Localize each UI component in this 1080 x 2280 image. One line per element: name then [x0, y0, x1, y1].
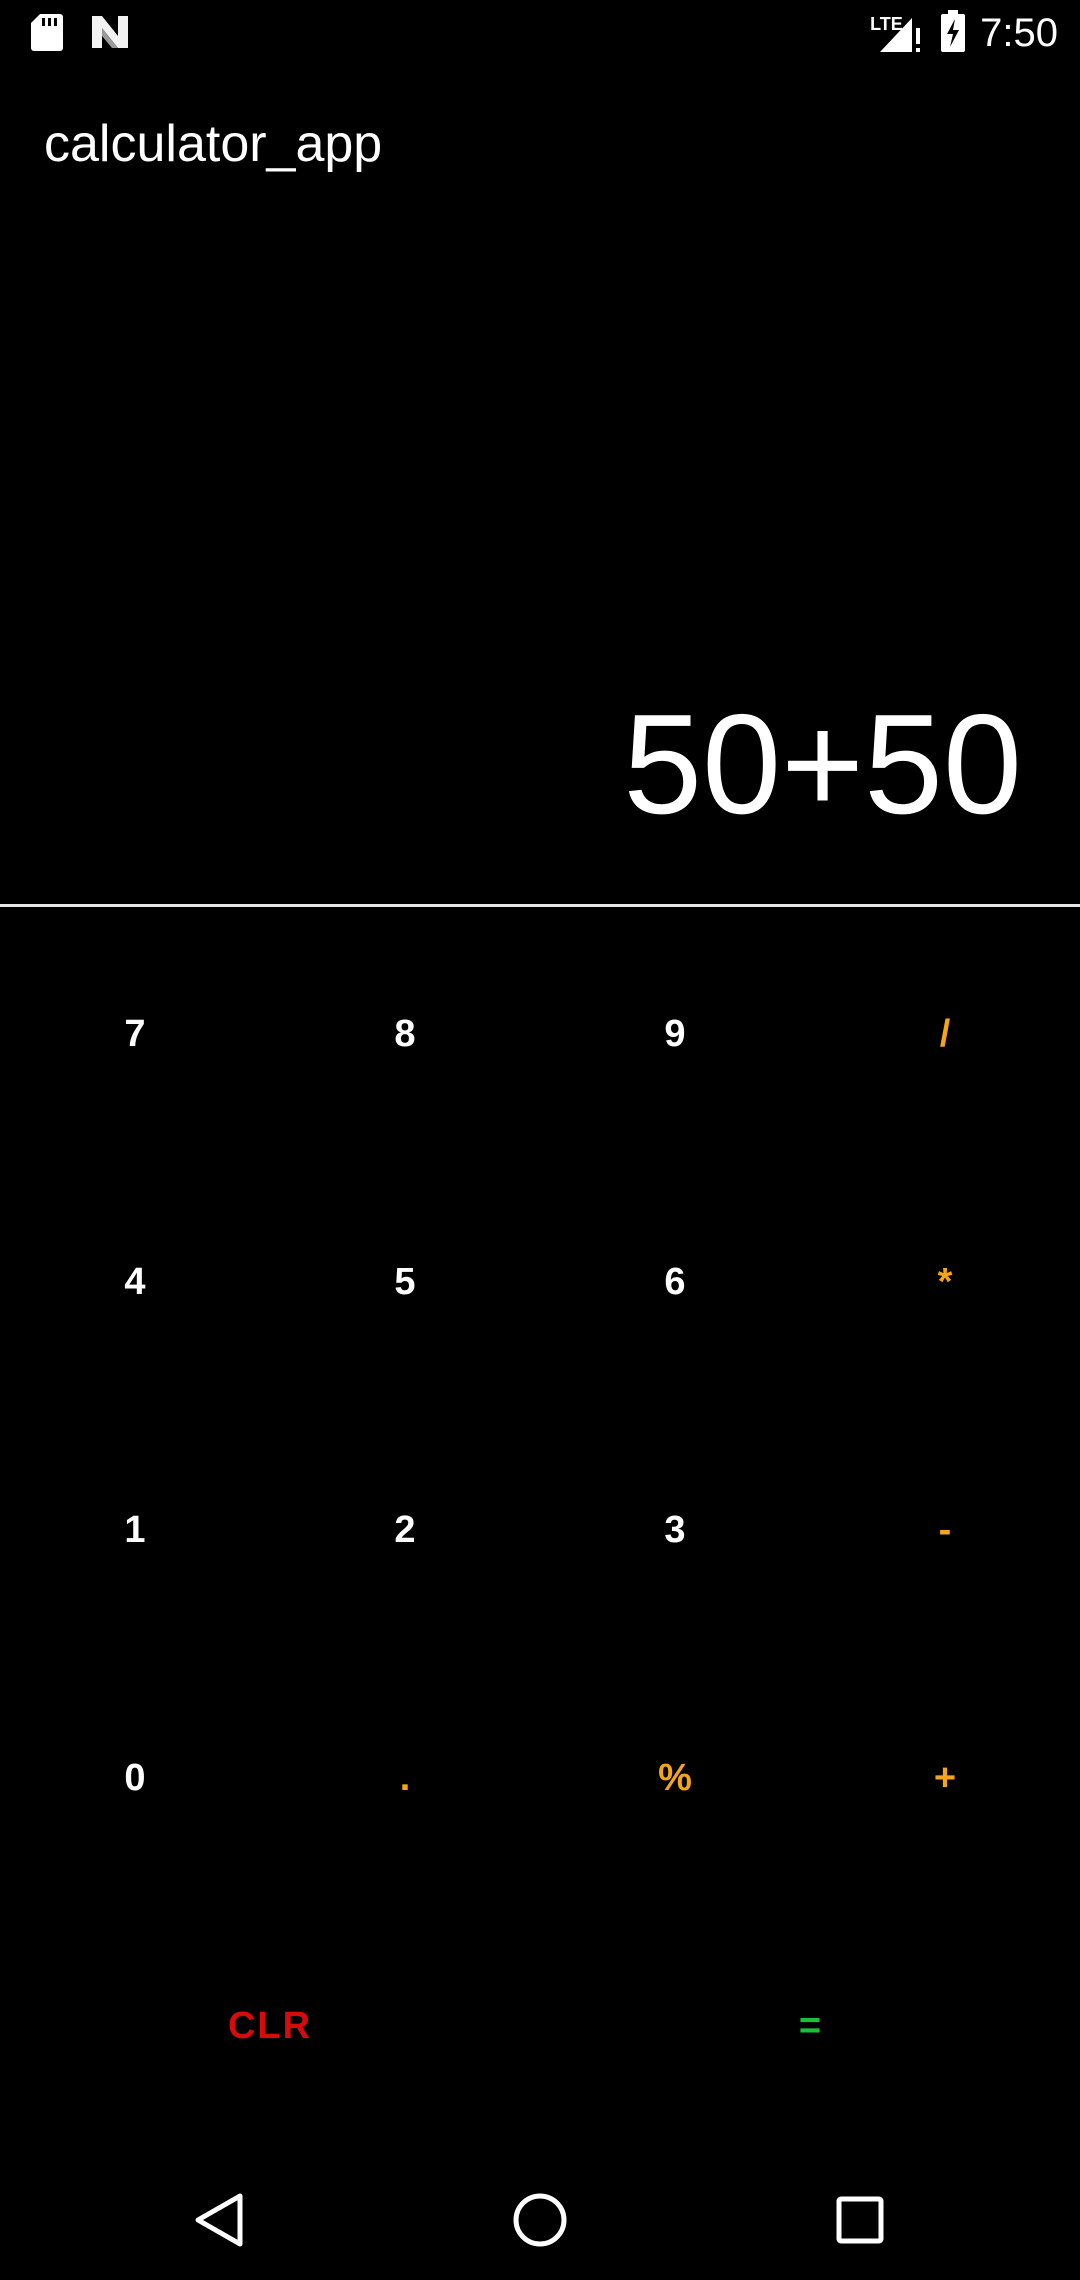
app-title: calculator_app: [44, 115, 383, 173]
n-logo-icon: [90, 14, 130, 55]
key-subtract[interactable]: -: [810, 1406, 1080, 1654]
key-6[interactable]: 6: [540, 1158, 810, 1406]
keypad-row-5: CLR =: [0, 1902, 1080, 2150]
key-2[interactable]: 2: [270, 1406, 540, 1654]
key-8[interactable]: 8: [270, 910, 540, 1158]
status-bar-right: LTE 7:50: [870, 8, 1058, 58]
keypad-row-2: 4 5 6 *: [0, 1158, 1080, 1406]
sd-card-icon: [30, 12, 64, 57]
signal-icon: LTE: [870, 10, 926, 56]
keypad-row-4: 0 . % +: [0, 1654, 1080, 1902]
navigation-bar: [0, 2160, 1080, 2280]
battery-charging-icon: [940, 9, 966, 57]
equals-button[interactable]: =: [540, 1902, 1080, 2150]
status-time: 7:50: [980, 11, 1058, 55]
home-icon[interactable]: [500, 2180, 580, 2260]
keypad-row-3: 1 2 3 -: [0, 1406, 1080, 1654]
key-1[interactable]: 1: [0, 1406, 270, 1654]
key-divide[interactable]: /: [810, 910, 1080, 1158]
keypad: 7 8 9 / 4 5 6 * 1 2 3 - 0 . % + CLR =: [0, 910, 1080, 2150]
key-percent[interactable]: %: [540, 1654, 810, 1902]
keypad-row-1: 7 8 9 /: [0, 910, 1080, 1158]
key-4[interactable]: 4: [0, 1158, 270, 1406]
display-divider: [0, 904, 1080, 907]
back-icon[interactable]: [180, 2180, 260, 2260]
key-9[interactable]: 9: [540, 910, 810, 1158]
status-bar-left: [30, 12, 130, 57]
key-7[interactable]: 7: [0, 910, 270, 1158]
recents-icon[interactable]: [820, 2180, 900, 2260]
key-3[interactable]: 3: [540, 1406, 810, 1654]
key-0[interactable]: 0: [0, 1654, 270, 1902]
key-5[interactable]: 5: [270, 1158, 540, 1406]
key-multiply[interactable]: *: [810, 1158, 1080, 1406]
key-decimal[interactable]: .: [270, 1654, 540, 1902]
clear-button[interactable]: CLR: [0, 1902, 540, 2150]
key-add[interactable]: +: [810, 1654, 1080, 1902]
calculator-display: 50+50: [623, 685, 1022, 844]
status-bar: LTE 7:50: [0, 0, 1080, 66]
